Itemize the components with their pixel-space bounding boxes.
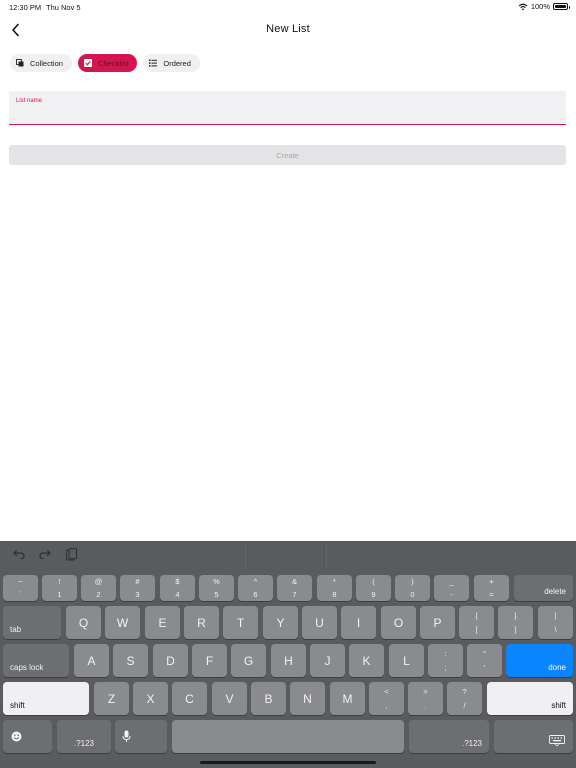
wifi-icon — [518, 3, 528, 10]
hide-keyboard-key[interactable] — [494, 720, 573, 753]
key-right-brace[interactable]: }] — [498, 606, 533, 639]
chip-checklist[interactable]: Checklist — [77, 54, 138, 72]
keyboard-hide-icon — [549, 735, 565, 746]
emoji-icon — [11, 731, 22, 742]
numbers-right-key[interactable]: .?123 — [409, 720, 489, 753]
done-key[interactable]: done — [506, 644, 573, 677]
microphone-key[interactable] — [115, 720, 167, 753]
key-t[interactable]: T — [223, 606, 258, 639]
chip-checklist-label: Checklist — [97, 58, 129, 68]
key-g[interactable]: G — [231, 644, 266, 677]
list-type-chips: Collection Checklist Ordered — [10, 54, 200, 72]
key-k[interactable]: K — [349, 644, 384, 677]
key-n[interactable]: N — [290, 682, 325, 715]
redo-icon[interactable] — [38, 547, 52, 561]
key-9[interactable]: (9 — [356, 575, 391, 601]
key-2[interactable]: @2 — [81, 575, 116, 601]
key-w[interactable]: W — [105, 606, 140, 639]
key-z[interactable]: Z — [94, 682, 129, 715]
key-7[interactable]: & 7 — [277, 575, 312, 601]
key-f[interactable]: F — [192, 644, 227, 677]
key-l[interactable]: L — [389, 644, 424, 677]
chip-collection[interactable]: Collection — [10, 54, 72, 72]
status-right: 100% — [518, 2, 570, 11]
key-3[interactable]: #3 — [120, 575, 155, 601]
key-6[interactable]: ^ 6 — [238, 575, 273, 601]
battery-percent: 100% — [530, 2, 550, 11]
paste-icon[interactable] — [64, 547, 78, 561]
key-a[interactable]: A — [74, 644, 109, 677]
key-q[interactable]: Q — [66, 606, 101, 639]
status-date: Thu Nov 5 — [46, 3, 81, 12]
home-indicator[interactable] — [200, 761, 376, 764]
chip-ordered-label: Ordered — [163, 58, 191, 68]
caps-lock-key[interactable]: caps lock — [3, 644, 69, 677]
key-j[interactable]: J — [310, 644, 345, 677]
page-title: New List — [266, 23, 310, 35]
key-h[interactable]: H — [271, 644, 306, 677]
key-v[interactable]: V — [212, 682, 247, 715]
nav-bar: New List — [0, 18, 576, 42]
status-bar: 12:30 PM Thu Nov 5 100% — [0, 0, 576, 14]
undo-icon[interactable] — [12, 547, 26, 561]
create-button[interactable]: Create — [9, 145, 566, 165]
collection-icon — [16, 59, 24, 67]
create-button-label: Create — [276, 150, 299, 160]
tab-key[interactable]: tab — [3, 606, 61, 639]
key-c[interactable]: C — [172, 682, 207, 715]
keyboard-toolbar — [12, 547, 78, 561]
key-equals[interactable]: + = — [474, 575, 509, 601]
key-p[interactable]: P — [420, 606, 455, 639]
microphone-icon — [122, 730, 131, 742]
key-y[interactable]: Y — [263, 606, 298, 639]
space-bar[interactable] — [172, 720, 404, 753]
key-backtick[interactable]: ~ ` — [3, 575, 38, 601]
key-i[interactable]: I — [341, 606, 376, 639]
key-quote[interactable]: " ' — [467, 644, 502, 677]
toolbar-divider — [245, 543, 246, 568]
key-5[interactable]: % 5 — [199, 575, 234, 601]
shift-left-key[interactable]: shift — [3, 682, 89, 715]
battery-icon — [553, 3, 570, 10]
key-e[interactable]: E — [145, 606, 180, 639]
key-1[interactable]: ! 1 — [42, 575, 77, 601]
key-greater-than[interactable]: >. — [408, 682, 443, 715]
list-name-label: List name — [16, 98, 43, 104]
status-time: 12:30 PM — [9, 3, 42, 12]
key-colon[interactable]: :; — [428, 644, 463, 677]
key-m[interactable]: M — [330, 682, 365, 715]
shift-right-key[interactable]: shift — [487, 682, 573, 715]
chip-ordered[interactable]: Ordered — [143, 54, 200, 72]
keyboard: ~ ` ! 1 @2 #3 $4 % 5 ^ 6 & 7 * 8 (9 ) 0 _ - + = d… — [0, 541, 576, 768]
checkbox-icon — [83, 59, 92, 67]
ordered-list-icon — [149, 59, 158, 67]
key-u[interactable]: U — [302, 606, 337, 639]
numbers-left-key[interactable]: .?123 — [57, 720, 111, 753]
key-x[interactable]: X — [133, 682, 168, 715]
key-s[interactable]: S — [113, 644, 148, 677]
key-4[interactable]: $4 — [160, 575, 195, 601]
key-minus[interactable]: _ - — [434, 575, 469, 601]
key-b[interactable]: B — [251, 682, 286, 715]
list-name-field[interactable]: List name — [9, 91, 566, 125]
key-left-brace[interactable]: {[ — [459, 606, 494, 639]
key-question[interactable]: ? / — [447, 682, 482, 715]
key-0[interactable]: ) 0 — [395, 575, 430, 601]
key-d[interactable]: D — [153, 644, 188, 677]
key-r[interactable]: R — [184, 606, 219, 639]
emoji-key[interactable] — [3, 720, 52, 753]
key-less-than[interactable]: <, — [369, 682, 404, 715]
key-pipe[interactable]: | \ — [538, 606, 573, 639]
key-8[interactable]: * 8 — [317, 575, 352, 601]
chip-collection-label: Collection — [30, 58, 63, 68]
toolbar-divider — [326, 543, 327, 568]
delete-key[interactable]: delete — [514, 575, 573, 601]
key-o[interactable]: O — [381, 606, 416, 639]
